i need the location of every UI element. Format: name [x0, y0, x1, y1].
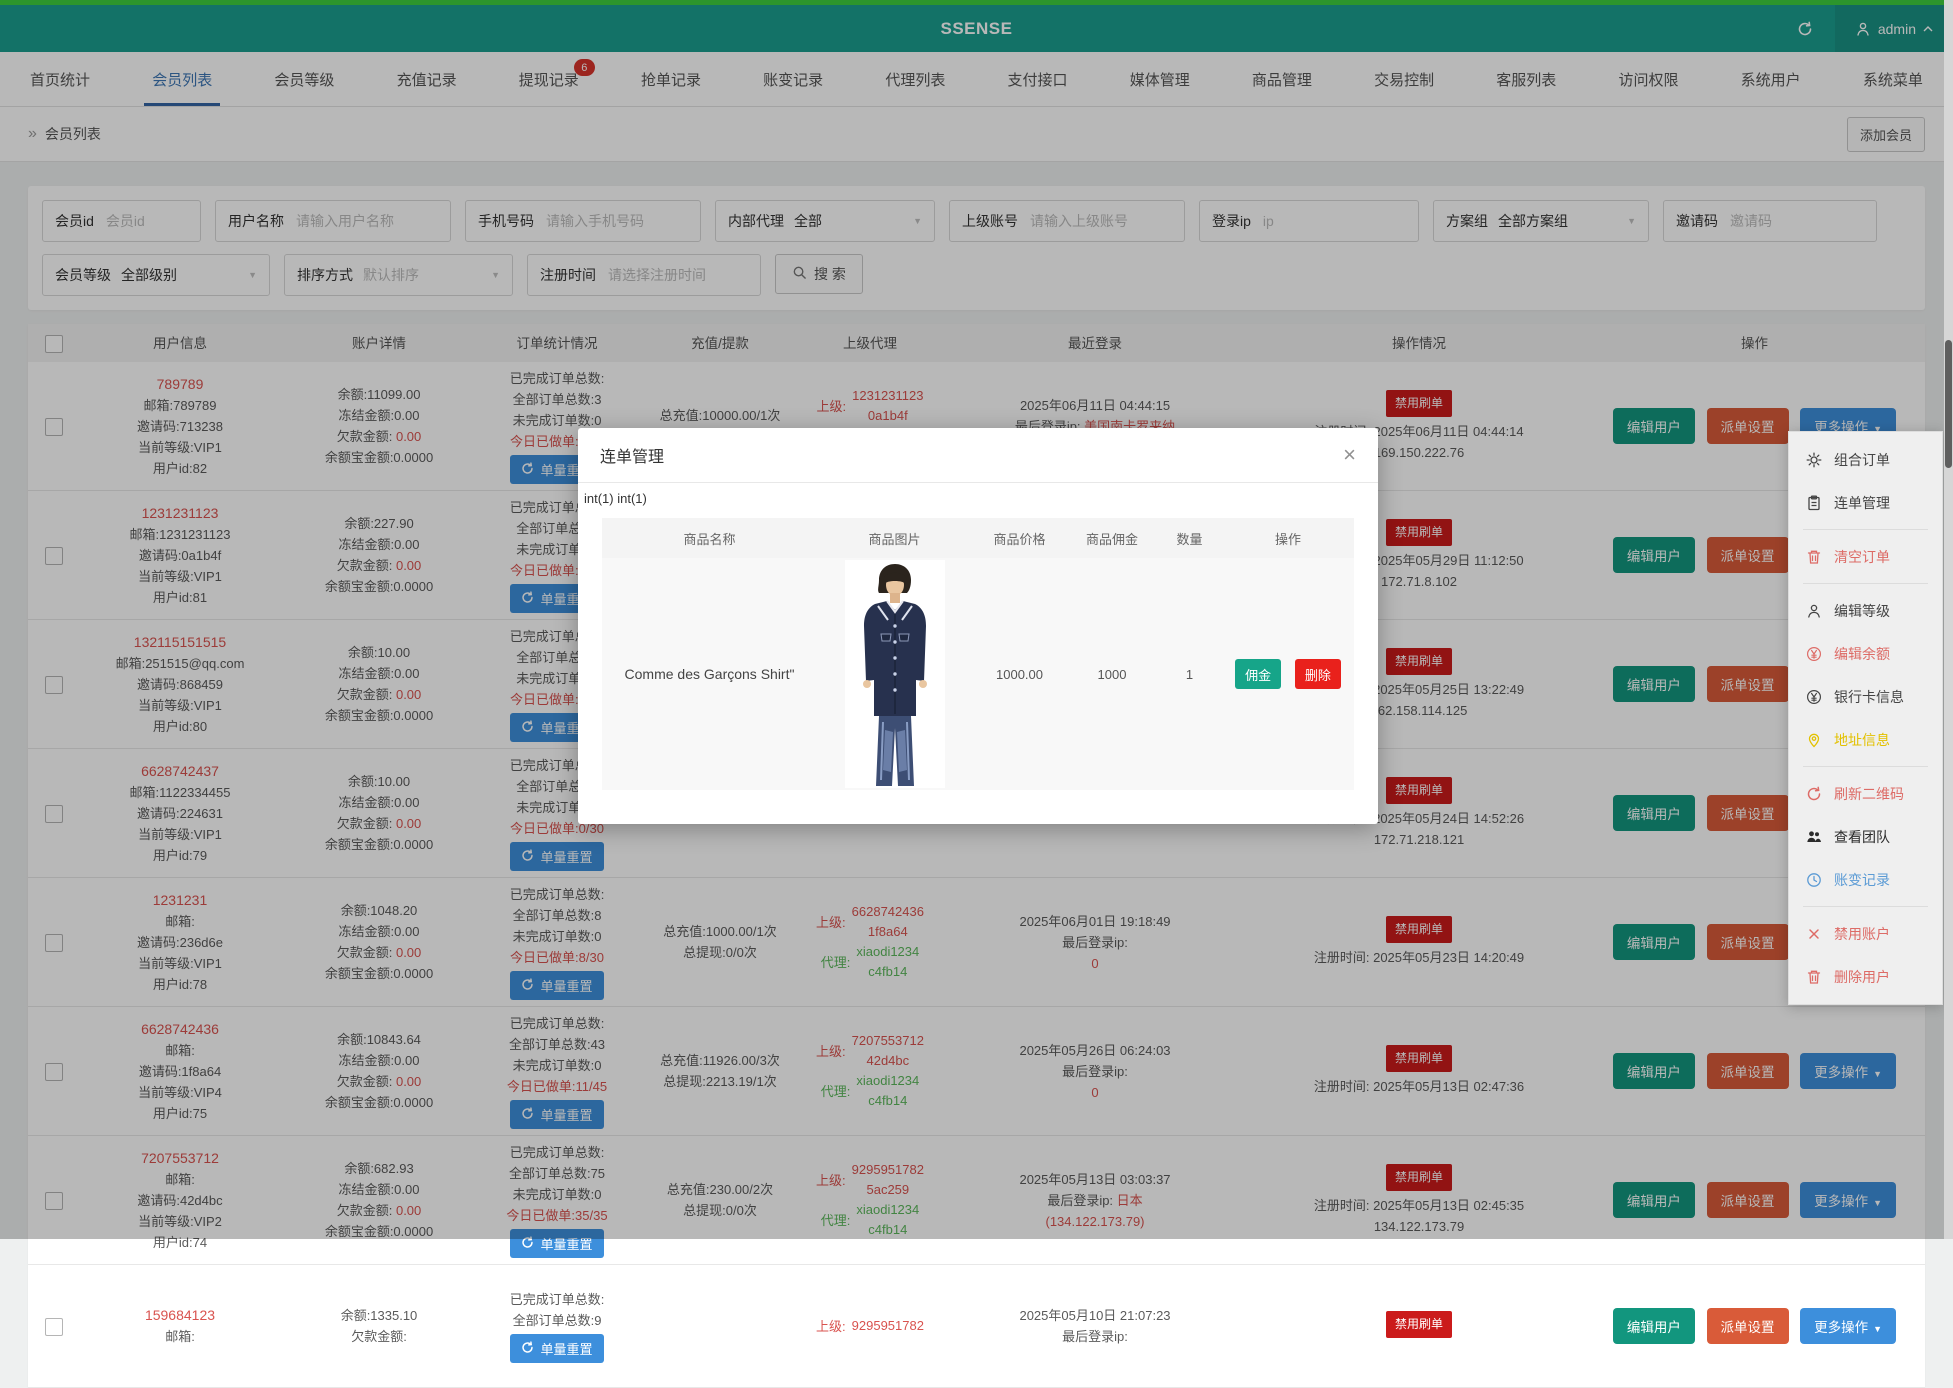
dropdown-item-label: 禁用账户 — [1834, 924, 1890, 944]
recharge-cell — [636, 1320, 804, 1332]
product-image — [845, 560, 945, 788]
clipboard-icon — [1806, 495, 1822, 511]
menu-divider — [1803, 583, 1928, 584]
dropdown-menu-item[interactable]: 清空订单 — [1789, 535, 1942, 578]
dropdown-item-label: 组合订单 — [1834, 450, 1890, 470]
delete-button[interactable]: 删除 — [1295, 659, 1341, 689]
dropdown-menu-item[interactable]: 删除用户 — [1789, 955, 1942, 998]
dropdown-menu-item[interactable]: 银行卡信息 — [1789, 675, 1942, 718]
dropdown-item-label: 银行卡信息 — [1834, 687, 1904, 707]
table-row: 159684123 邮箱: 余额:1335.10 欠款金额: 已完成订单总数: … — [28, 1265, 1925, 1388]
yen-icon — [1806, 646, 1822, 662]
modal-title: 连单管理 — [600, 443, 664, 467]
refresh-icon — [1806, 786, 1822, 802]
menu-divider — [1803, 766, 1928, 767]
product-name: Comme des Garçons Shirt" — [602, 666, 817, 682]
dispatch-settings-button[interactable]: 派单设置 — [1707, 1308, 1789, 1344]
person-icon — [1806, 603, 1822, 619]
dropdown-menu-item[interactable]: 查看团队 — [1789, 815, 1942, 858]
yen-icon — [1806, 689, 1822, 705]
scrollbar — [1944, 0, 1953, 1239]
dropdown-menu-item[interactable]: 编辑等级 — [1789, 589, 1942, 632]
ops-cell: 禁用刷单 — [1254, 1305, 1584, 1348]
dropdown-item-label: 查看团队 — [1834, 827, 1890, 847]
debug-text: int(1) int(1) — [584, 491, 1378, 506]
parent-label: 上级: — [816, 1316, 846, 1337]
modal-product-table: 商品名称 商品图片 商品价格 商品佣金 数量 操作 Comme des Garç… — [602, 518, 1354, 790]
orders-total: 全部订单总数:9 — [480, 1310, 634, 1331]
dropdown-menu-item[interactable]: 地址信息 — [1789, 718, 1942, 761]
trash-icon — [1806, 549, 1822, 565]
dropdown-menu-item[interactable]: 编辑余额 — [1789, 632, 1942, 675]
scrollbar-thumb[interactable] — [1945, 340, 1952, 468]
reset-order-count-button[interactable]: 单量重置 — [510, 1334, 603, 1363]
x-icon — [1806, 926, 1822, 942]
disable-brush-badge[interactable]: 禁用刷单 — [1386, 1311, 1452, 1338]
product-commission: 1000 — [1067, 667, 1157, 682]
close-icon[interactable]: × — [1343, 444, 1356, 466]
menu-divider — [1803, 906, 1928, 907]
clock-icon — [1806, 872, 1822, 888]
modal-col-header: 商品价格 — [972, 529, 1067, 548]
dropdown-item-label: 账变记录 — [1834, 870, 1890, 890]
modal-col-header: 商品图片 — [817, 529, 972, 548]
refresh-icon — [521, 1341, 534, 1357]
login-cell: 2025年05月10日 21:07:23 最后登录ip: — [936, 1299, 1254, 1353]
last-login-time: 2025年05月10日 21:07:23 — [938, 1305, 1252, 1326]
debt-line: 欠款金额: — [282, 1326, 476, 1347]
modal-col-header: 操作 — [1222, 529, 1354, 548]
dropdown-item-label: 删除用户 — [1834, 967, 1890, 987]
user-info-cell: 159684123 邮箱: — [80, 1299, 280, 1353]
dropdown-item-label: 连单管理 — [1834, 493, 1890, 513]
product-price: 1000.00 — [972, 667, 1067, 682]
dropdown-item-label: 编辑等级 — [1834, 601, 1890, 621]
chain-order-modal: 连单管理 × int(1) int(1) 商品名称 商品图片 商品价格 商品佣金… — [578, 428, 1378, 824]
edit-user-button[interactable]: 编辑用户 — [1613, 1308, 1695, 1344]
modal-col-header: 商品名称 — [602, 529, 817, 548]
orders-cell: 已完成订单总数: 全部订单总数:9 单量重置 — [478, 1283, 636, 1369]
balance: 余额:1335.10 — [282, 1305, 476, 1326]
dropdown-item-label: 编辑余额 — [1834, 644, 1890, 664]
agent-cell: 上级: 9295951782 — [804, 1310, 936, 1343]
dropdown-item-label: 地址信息 — [1834, 730, 1890, 750]
account-cell: 余额:1335.10 欠款金额: — [280, 1299, 478, 1353]
parent-account: 9295951782 — [852, 1316, 924, 1336]
commission-button[interactable]: 佣金 — [1235, 659, 1281, 689]
row-checkbox[interactable] — [45, 1318, 63, 1336]
modal-product-row: Comme des Garçons Shirt" — [602, 558, 1354, 790]
gear-icon — [1806, 452, 1822, 468]
dropdown-menu-item[interactable]: 禁用账户 — [1789, 912, 1942, 955]
member-name[interactable]: 159684123 — [82, 1305, 278, 1326]
trash-icon — [1806, 969, 1822, 985]
menu-divider — [1803, 529, 1928, 530]
dropdown-menu-item[interactable]: 账变记录 — [1789, 858, 1942, 901]
caret-down-icon: ▼ — [1873, 1324, 1882, 1334]
last-login-ip-line: 最后登录ip: — [938, 1326, 1252, 1347]
pin-icon — [1806, 732, 1822, 748]
orders-completed: 已完成订单总数: — [480, 1289, 634, 1310]
more-actions-dropdown: 组合订单 连单管理 清空订单 编辑等级 编辑余额 银行卡信息 地址信息 刷新二维… — [1788, 431, 1943, 1005]
people-icon — [1806, 829, 1822, 845]
member-email: 邮箱: — [82, 1326, 278, 1347]
modal-col-header: 商品佣金 — [1067, 529, 1157, 548]
dropdown-menu-item[interactable]: 刷新二维码 — [1789, 772, 1942, 815]
dropdown-item-label: 清空订单 — [1834, 547, 1890, 567]
dropdown-menu-item[interactable]: 组合订单 — [1789, 438, 1942, 481]
dropdown-menu-item[interactable]: 连单管理 — [1789, 481, 1942, 524]
dropdown-item-label: 刷新二维码 — [1834, 784, 1904, 804]
product-qty: 1 — [1157, 667, 1222, 682]
modal-col-header: 数量 — [1157, 529, 1222, 548]
more-actions-button[interactable]: 更多操作▼ — [1800, 1308, 1896, 1344]
actions-cell: 编辑用户 派单设置 更多操作▼ — [1584, 1302, 1925, 1350]
